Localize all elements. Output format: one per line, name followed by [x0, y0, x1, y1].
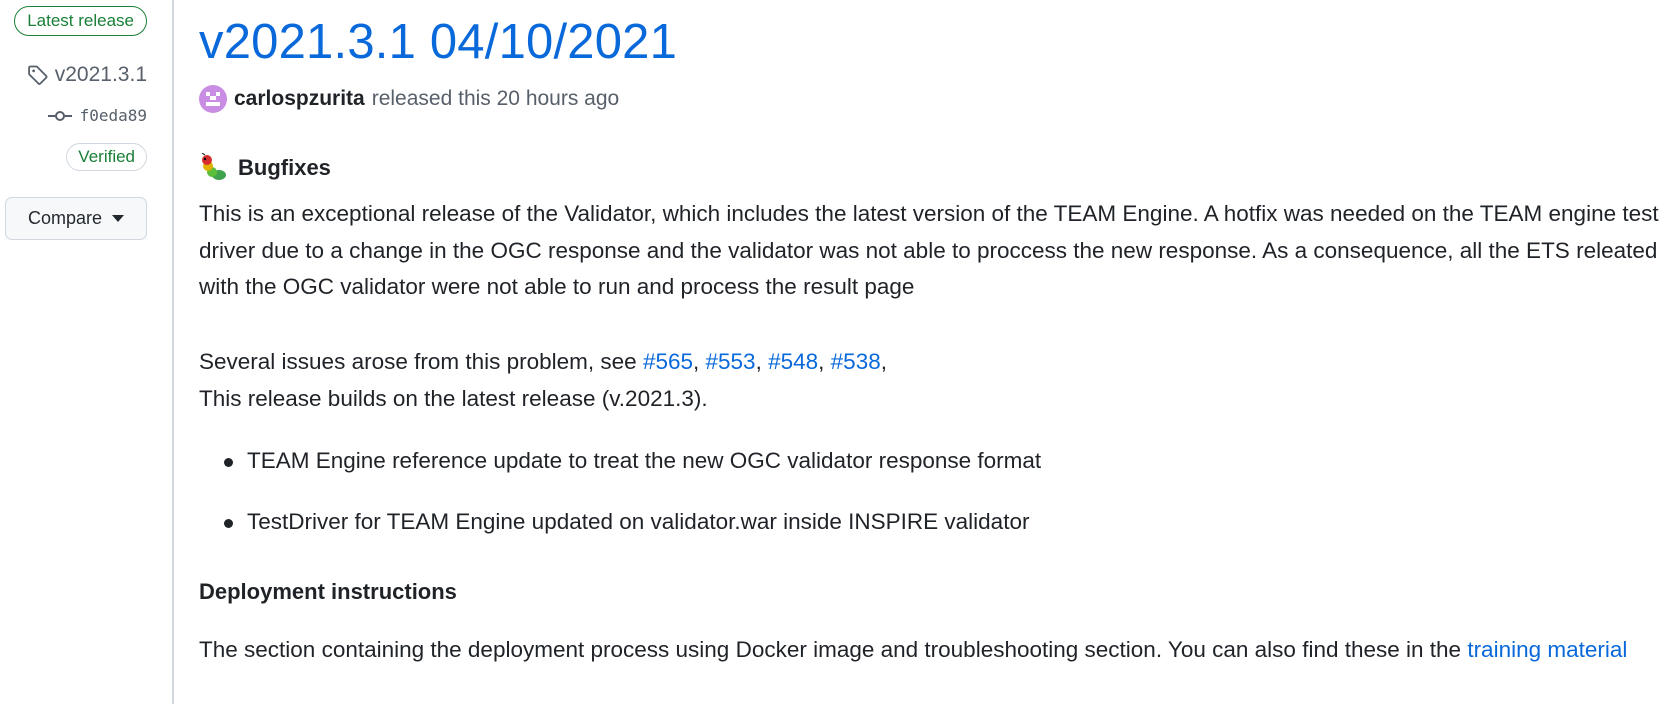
bug-emoji-icon	[201, 153, 226, 180]
issue-link[interactable]: #565	[643, 349, 693, 374]
commit-link[interactable]: f0eda89	[47, 106, 147, 125]
changes-list: TEAM Engine reference update to treat th…	[221, 443, 1041, 540]
issue-link[interactable]: #548	[768, 349, 818, 374]
caret-down-icon	[112, 215, 125, 222]
compare-label: Compare	[27, 208, 103, 228]
sidebar-divider	[172, 0, 174, 704]
release-title[interactable]: v2021.3.1 04/10/2021	[199, 10, 677, 74]
issue-link[interactable]: #538	[831, 349, 881, 374]
verified-badge[interactable]: Verified	[66, 143, 147, 171]
issue-link[interactable]: #553	[706, 349, 756, 374]
issues-suffix: ,	[880, 349, 887, 374]
release-description: This is an exceptional release of the Va…	[199, 201, 1659, 299]
author-link[interactable]: carlospzurita	[234, 87, 365, 111]
bugfixes-heading: Bugfixes	[199, 153, 331, 183]
release-sidebar: Latest release v2021.3.1 f0eda89 Verifie…	[0, 0, 172, 704]
user-avatar[interactable]	[199, 85, 227, 113]
tag-icon	[27, 65, 48, 85]
released-timestamp: released this 20 hours ago	[371, 87, 620, 110]
deployment-heading: Deployment instructions	[199, 579, 457, 605]
deployment-paragraph: The section containing the deployment pr…	[199, 632, 1669, 669]
deployment-text: The section containing the deployment pr…	[199, 637, 1468, 662]
tag-name: v2021.3.1	[54, 63, 147, 86]
builds-on-text: This release builds on the latest releas…	[199, 385, 708, 411]
list-item: TEAM Engine reference update to treat th…	[221, 443, 1041, 479]
training-material-link[interactable]: training material	[1467, 637, 1627, 662]
bugfixes-heading-text: Bugfixes	[238, 155, 331, 180]
list-item: TestDriver for TEAM Engine updated on va…	[221, 504, 1041, 540]
git-commit-icon	[47, 110, 72, 121]
tag-link[interactable]: v2021.3.1	[27, 63, 147, 87]
issues-prefix: Several issues arose from this problem, …	[199, 349, 643, 374]
latest-release-badge: Latest release	[14, 6, 147, 36]
compare-button[interactable]: Compare	[5, 197, 147, 240]
release-byline: carlospzurita released this 20 hours ago	[199, 85, 619, 113]
commit-sha: f0eda89	[79, 106, 147, 125]
deployment-heading-text: Deployment instructions	[199, 579, 457, 604]
issues-paragraph: Several issues arose from this problem, …	[199, 349, 887, 411]
